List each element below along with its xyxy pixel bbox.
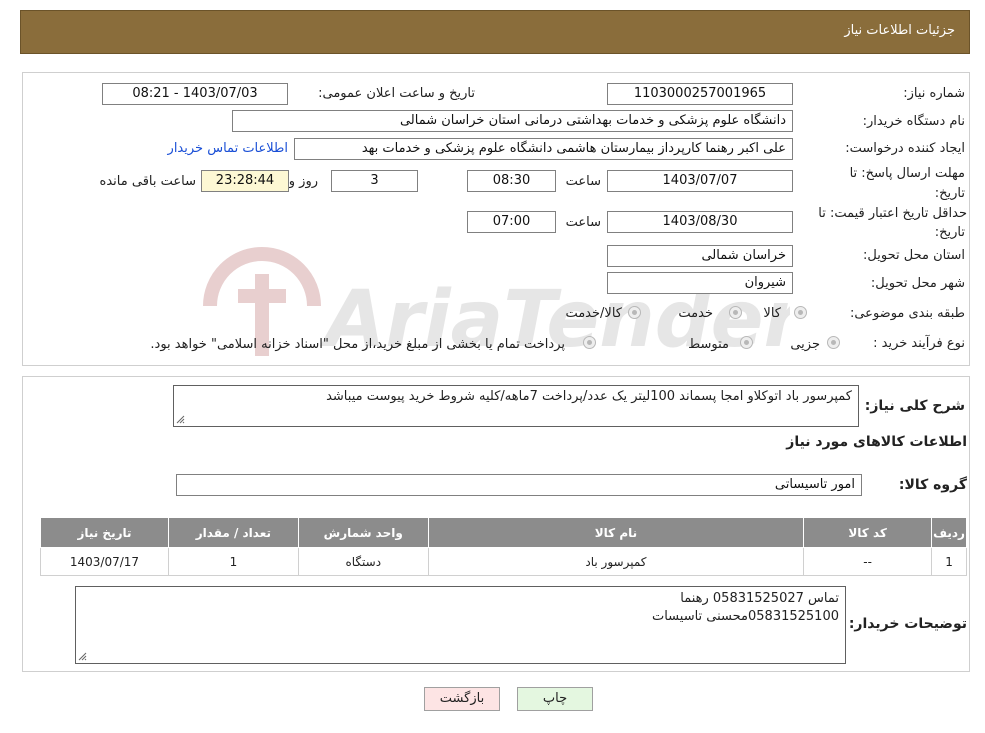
need-number-field: 1103000257001965 xyxy=(607,83,793,105)
day-and-label: روز و xyxy=(288,174,318,189)
validity-date-field: 1403/08/30 xyxy=(607,211,793,233)
cell-item-code: -- xyxy=(803,547,933,576)
city-label: شهر محل تحویل: xyxy=(870,276,965,291)
summary-text: کمپرسور باد اتوکلاو امجا پسماند 100لیتر … xyxy=(326,389,852,404)
treasury-payment-checkbox[interactable] xyxy=(583,336,596,349)
goods-group-field: امور تاسیساتی xyxy=(176,474,862,496)
validity-time-label: ساعت xyxy=(565,215,601,230)
purchase-type-radio-minor[interactable] xyxy=(827,336,840,349)
category-radio-goods-service[interactable] xyxy=(628,306,641,319)
validity-time-field: 07:00 xyxy=(467,211,556,233)
purchase-type-radio-medium[interactable] xyxy=(740,336,753,349)
category-radio-service[interactable] xyxy=(729,306,742,319)
category-option-service: خدمت xyxy=(678,306,713,321)
category-option-goods-service: کالا/خدمت xyxy=(565,306,622,321)
province-label: استان محل تحویل: xyxy=(863,248,965,263)
goods-info-title: اطلاعات کالاهای مورد نیاز xyxy=(786,434,967,450)
days-remaining-field: 3 xyxy=(331,170,418,192)
category-label: طبقه بندی موضوعی: xyxy=(849,306,965,321)
col-header-unit: واحد شمارش xyxy=(297,517,429,548)
buyer-contact-link[interactable]: اطلاعات تماس خریدار xyxy=(168,141,288,156)
need-number-label: شماره نیاز: xyxy=(903,86,965,101)
announce-date-label: تاریخ و ساعت اعلان عمومی: xyxy=(318,86,475,101)
buyer-notes-line-1: تماس 05831525027 رهنما xyxy=(680,591,839,606)
summary-textarea: کمپرسور باد اتوکلاو امجا پسماند 100لیتر … xyxy=(173,385,859,427)
buyer-org-field: دانشگاه علوم پزشکی و خدمات بهداشتی درمان… xyxy=(232,110,793,132)
resize-grip-icon xyxy=(176,415,185,424)
reply-date-field: 1403/07/07 xyxy=(607,170,793,192)
summary-label: شرح کلی نیاز: xyxy=(864,398,965,414)
print-button[interactable]: چاپ xyxy=(517,687,593,711)
remaining-time-field: 23:28:44 xyxy=(201,170,289,192)
purchase-type-option-minor: جزیی xyxy=(790,337,820,352)
price-validity-label-2: تاریخ: xyxy=(934,225,965,240)
cell-need-date: 1403/07/17 xyxy=(40,547,169,576)
cell-unit: دستگاه xyxy=(297,547,429,576)
buyer-notes-label: توضیحات خریدار: xyxy=(848,616,967,632)
category-radio-goods[interactable] xyxy=(794,306,807,319)
col-header-need-date: تاریخ نیاز xyxy=(40,517,169,548)
resize-grip-icon xyxy=(78,652,87,661)
price-validity-label: حداقل تاریخ اعتبار قیمت: تا xyxy=(818,206,967,221)
goods-table: ردیف کد کالا نام کالا واحد شمارش تعداد /… xyxy=(40,517,967,576)
buyer-org-label: نام دستگاه خریدار: xyxy=(862,114,965,129)
requester-label: ایجاد کننده درخواست: xyxy=(845,141,965,156)
page-title: جزئیات اطلاعات نیاز xyxy=(844,23,955,38)
col-header-item-code: کد کالا xyxy=(803,517,933,548)
reply-time-label: ساعت xyxy=(565,174,601,189)
reply-time-field: 08:30 xyxy=(467,170,556,192)
purchase-payment-note: پرداخت تمام یا بخشی از مبلغ خرید،از محل … xyxy=(150,337,565,352)
reply-deadline-label-2: تاریخ: xyxy=(934,186,965,201)
province-field: خراسان شمالی xyxy=(607,245,793,267)
category-option-goods: کالا xyxy=(763,306,781,321)
col-header-row-number: ردیف xyxy=(931,517,967,548)
purchase-type-option-medium: متوسط xyxy=(688,337,729,352)
requester-field: علی اکبر رهنما کارپرداز بیمارستان هاشمی … xyxy=(294,138,793,160)
purchase-type-label: نوع فرآیند خرید : xyxy=(873,336,965,351)
city-field: شیروان xyxy=(607,272,793,294)
announce-date-field: 1403/07/03 - 08:21 xyxy=(102,83,288,105)
remaining-time-label: ساعت باقی مانده xyxy=(99,174,196,189)
col-header-quantity: تعداد / مقدار xyxy=(167,517,299,548)
buyer-notes-line-2: 05831525100محسنی تاسیسات xyxy=(651,609,839,624)
cell-quantity: 1 xyxy=(167,547,299,576)
buyer-notes-textarea: تماس 05831525027 رهنما 05831525100محسنی … xyxy=(75,586,846,664)
col-header-item-name: نام کالا xyxy=(427,517,805,548)
cell-item-name: کمپرسور باد xyxy=(427,547,805,576)
back-button[interactable]: بازگشت xyxy=(424,687,500,711)
reply-deadline-label: مهلت ارسال پاسخ: تا xyxy=(849,166,965,181)
page-header: جزئیات اطلاعات نیاز xyxy=(20,10,970,54)
table-row: 1 -- کمپرسور باد دستگاه 1 1403/07/17 xyxy=(40,547,967,576)
cell-row-number: 1 xyxy=(931,547,967,576)
goods-group-label: گروه کالا: xyxy=(898,477,967,493)
goods-table-header-row: ردیف کد کالا نام کالا واحد شمارش تعداد /… xyxy=(40,517,967,548)
